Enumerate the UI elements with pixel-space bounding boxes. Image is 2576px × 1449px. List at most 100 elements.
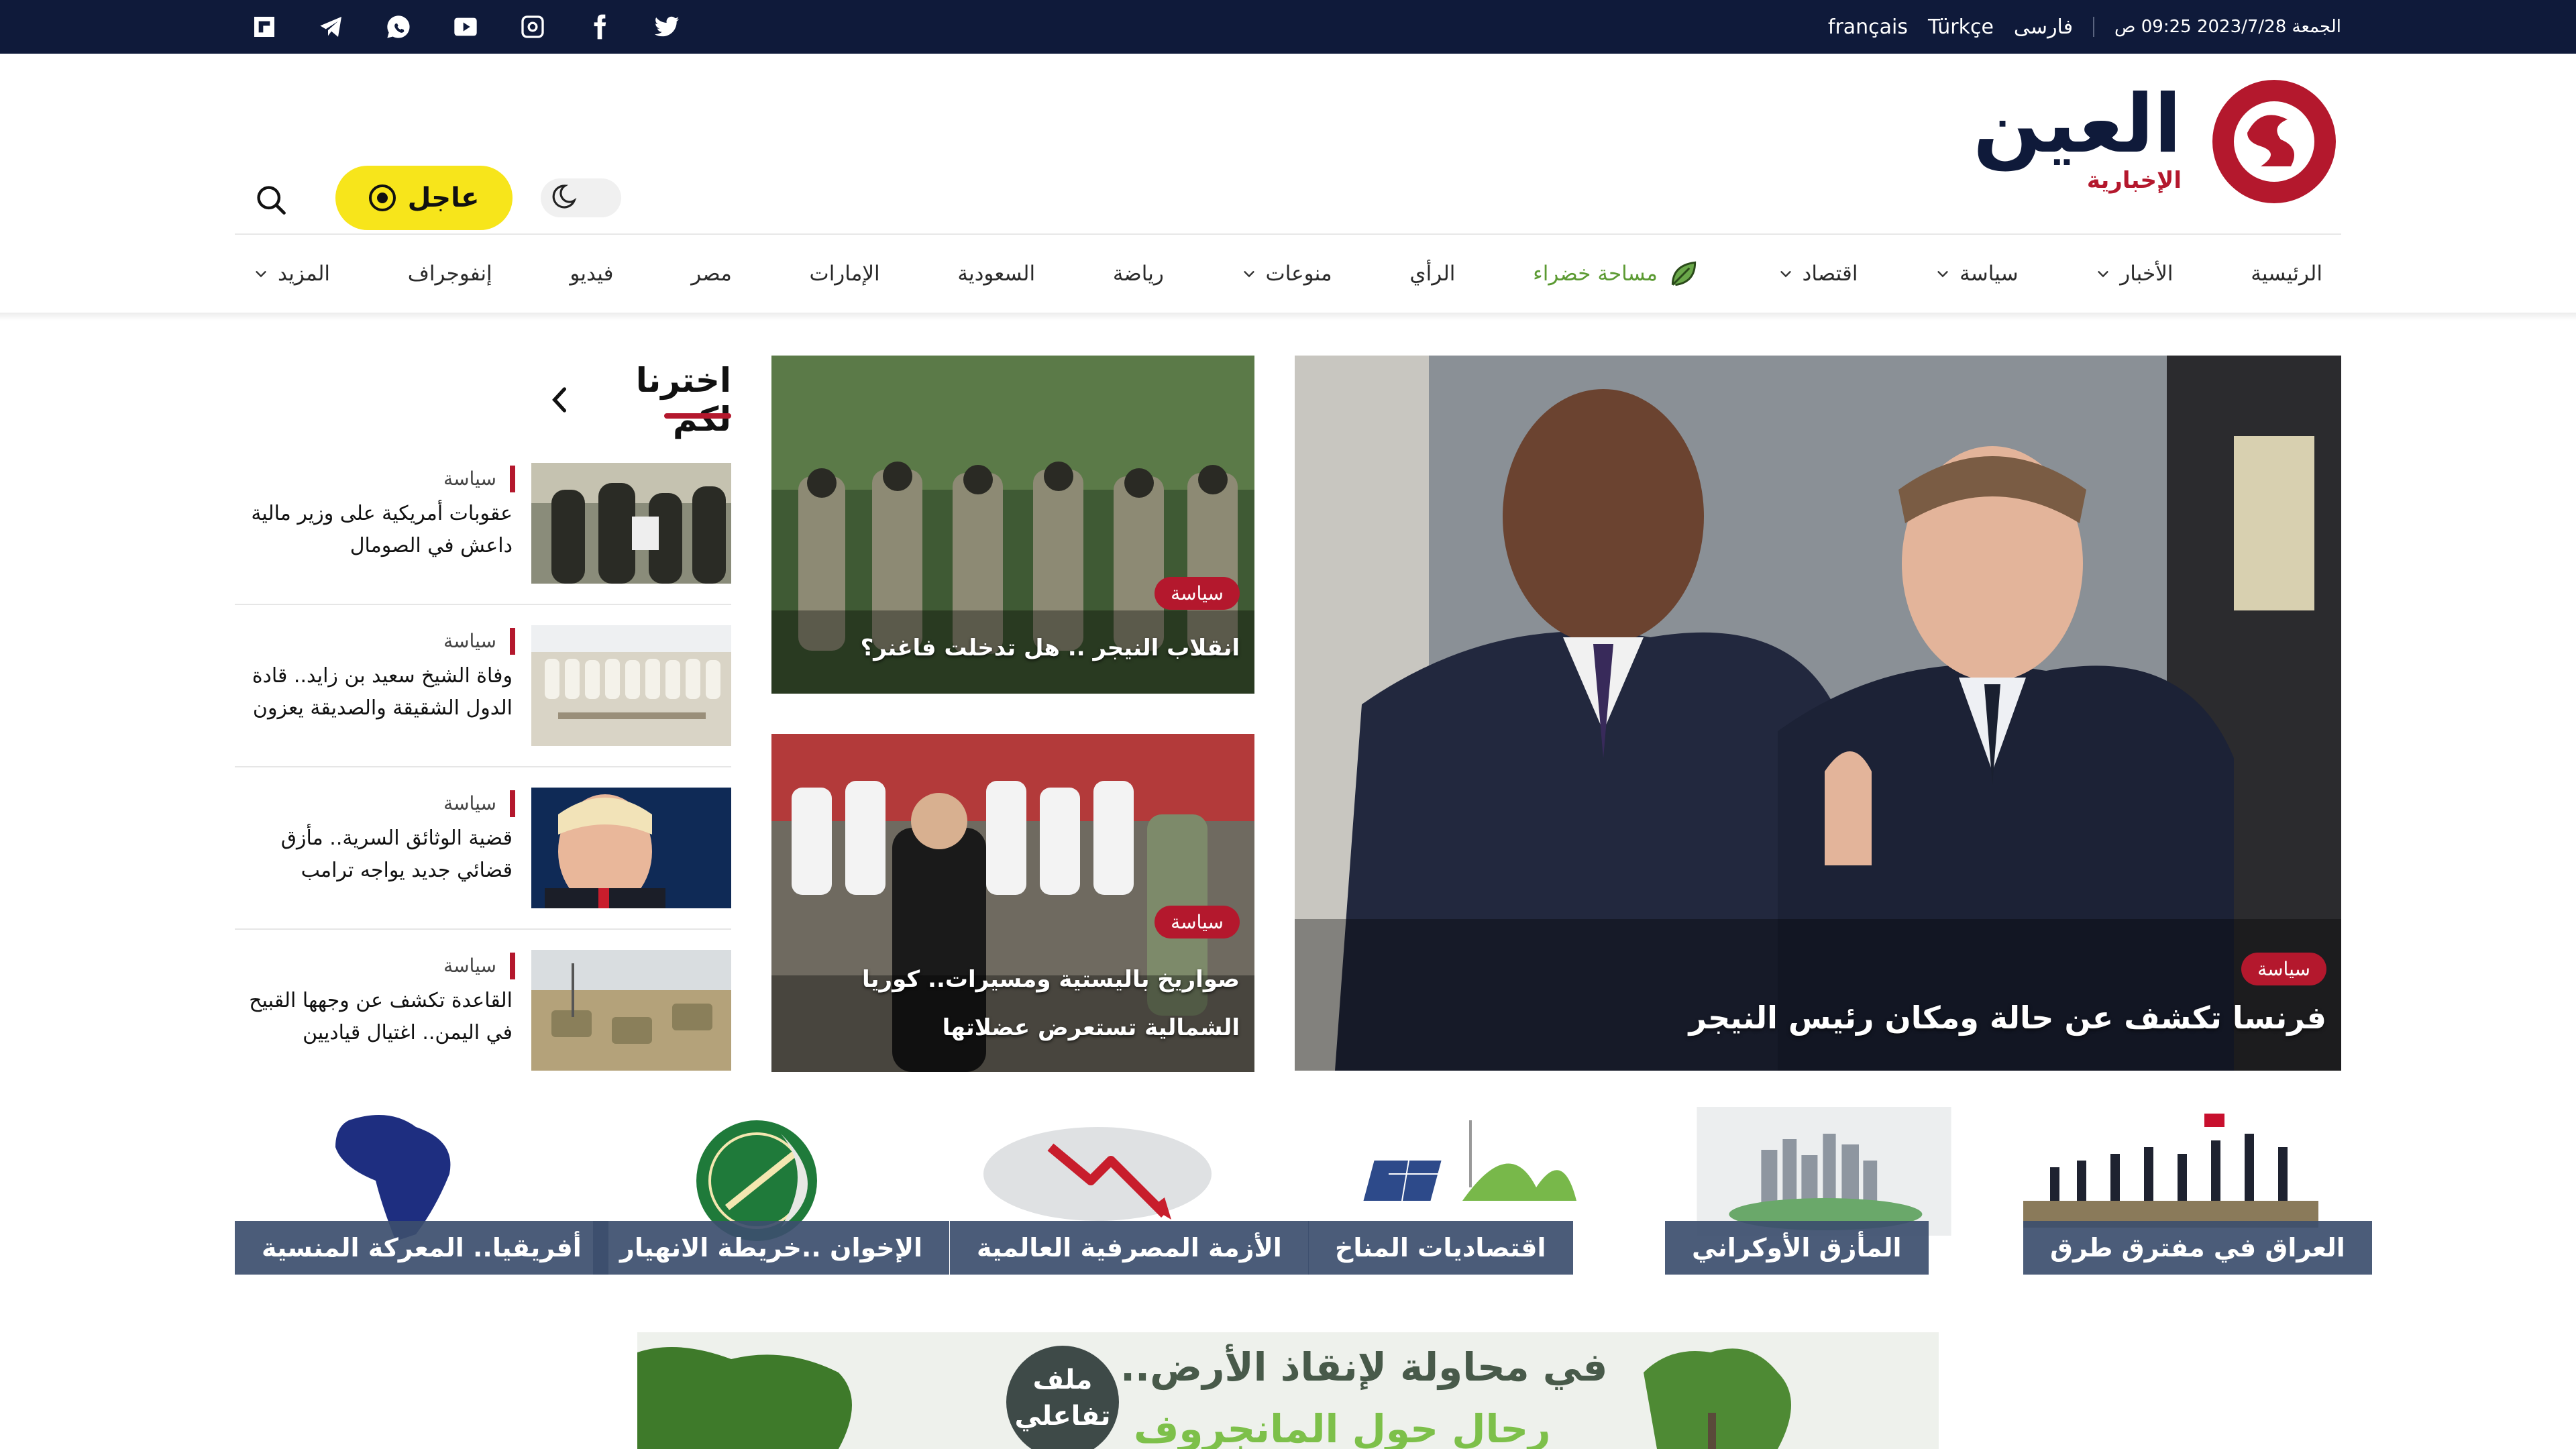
lang-farsi[interactable]: فارسی — [2014, 15, 2073, 39]
chevron-down-icon — [1937, 271, 1948, 278]
site-logo[interactable]: العين الإخبارية — [1966, 72, 2341, 213]
picks-underline — [664, 413, 731, 419]
top-bar: الجمعة 2023/7/28 09:25 ص فارسی Türkçe fr… — [0, 0, 2576, 54]
divider — [235, 928, 731, 930]
pick-category: سياسة — [443, 628, 515, 655]
nav-item[interactable]: سياسة — [1935, 262, 2019, 286]
hero-headline[interactable]: فرنسا تكشف عن حالة ومكان رئيس النيجر — [1689, 1000, 2326, 1036]
picks-heading: اخترنا لكم — [635, 361, 731, 439]
category-badge[interactable]: سياسة — [1155, 906, 1240, 938]
mid-news-card[interactable]: سياسة انقلاب النيجر .. هل تدخلت فاغنر؟ — [771, 356, 1254, 694]
breaking-news-button[interactable]: عاجل — [335, 166, 513, 230]
nav-item-label: الإمارات — [809, 262, 880, 286]
nav-item-label: الرئيسية — [2251, 262, 2322, 286]
category-badge[interactable]: سياسة — [1155, 577, 1240, 610]
nav-item[interactable]: مصر — [691, 262, 732, 286]
dark-mode-toggle[interactable] — [541, 178, 621, 217]
nav-item-label: سياسة — [1960, 262, 2019, 286]
topic-card[interactable]: الأزمة المصرفية العالمية — [950, 1107, 1309, 1275]
chevron-down-icon — [1243, 271, 1254, 278]
nav-item-label: السعودية — [957, 262, 1036, 286]
twitter-icon[interactable] — [651, 11, 683, 43]
topic-label[interactable]: أفريقيا.. المعركة المنسية — [235, 1221, 608, 1275]
chevron-left-icon — [552, 387, 567, 413]
leaf-icon — [1671, 261, 1696, 286]
nav-item-label: مساحة خضراء — [1533, 262, 1658, 286]
category-badge[interactable]: سياسة — [2241, 953, 2326, 985]
chevron-down-icon — [2098, 271, 2108, 278]
pick-item[interactable]: سياسة عقوبات أمريكية على وزير مالية داعش… — [235, 463, 731, 584]
pick-thumbnail[interactable] — [531, 463, 731, 584]
topic-label[interactable]: اقتصاديات المناخ — [1308, 1221, 1573, 1275]
topic-label[interactable]: الأزمة المصرفية العالمية — [950, 1221, 1309, 1275]
pick-headline[interactable]: القاعدة تكشف عن وجهها القبيح في اليمن.. … — [244, 985, 513, 1049]
lang-french[interactable]: français — [1828, 15, 1908, 39]
pick-thumbnail[interactable] — [531, 950, 731, 1071]
pick-headline[interactable]: وفاة الشيخ سعيد بن زايد.. قادة الدول الش… — [244, 660, 513, 724]
telegram-icon[interactable] — [315, 11, 347, 43]
pick-item[interactable]: سياسة قضية الوثائق السرية.. مأزق قضائي ج… — [235, 788, 731, 908]
logo-wordmark: العين — [1973, 78, 2182, 171]
topic-card[interactable]: اقتصاديات المناخ — [1308, 1107, 1626, 1275]
nav-item[interactable]: مساحة خضراء — [1533, 257, 1701, 290]
topic-card[interactable]: الإخوان ..خريطة الانهيار — [593, 1107, 950, 1275]
topic-card[interactable]: المأزق الأوكراني — [1665, 1107, 1983, 1275]
topic-label[interactable]: الإخوان ..خريطة الانهيار — [593, 1221, 950, 1275]
nav-item-label: فيديو — [570, 262, 614, 286]
nav-item[interactable]: الأخبار — [2096, 262, 2174, 286]
lang-turkish[interactable]: Türkçe — [1928, 15, 1994, 39]
live-dot-icon — [368, 184, 396, 211]
nav-item[interactable]: اقتصاد — [1778, 262, 1858, 286]
top-bar-right: الجمعة 2023/7/28 09:25 ص فارسی Türkçe fr… — [1828, 0, 2341, 54]
social-links — [248, 0, 683, 54]
nav-item[interactable]: السعودية — [957, 262, 1035, 286]
nav-item[interactable]: منوعات — [1242, 262, 1332, 286]
pick-thumbnail[interactable] — [531, 788, 731, 908]
chevron-down-icon — [1780, 271, 1791, 278]
nav-item[interactable]: المزيد — [254, 262, 330, 286]
nav-item[interactable]: الإمارات — [810, 262, 880, 286]
nav-item[interactable]: فيديو — [570, 262, 613, 286]
nav-item-label: الأخبار — [2120, 262, 2174, 286]
pick-thumbnail[interactable] — [531, 625, 731, 746]
site-header: العين الإخبارية عاجل — [0, 54, 2576, 233]
flipboard-icon[interactable] — [248, 11, 280, 43]
moon-icon — [552, 184, 577, 209]
banner-line2: رحال حول المانجروف — [1134, 1406, 1551, 1449]
pick-category: سياسة — [443, 953, 515, 979]
main-nav: الرئيسية الأخبار سياسة اقتصاد مساحة خضراء الر… — [235, 233, 2341, 313]
nav-item-label: اقتصاد — [1802, 262, 1858, 286]
pick-headline[interactable]: عقوبات أمريكية على وزير مالية داعش في ال… — [244, 498, 513, 562]
pick-item[interactable]: سياسة وفاة الشيخ سعيد بن زايد.. قادة الد… — [235, 625, 731, 746]
youtube-icon[interactable] — [449, 11, 482, 43]
divider — [235, 604, 731, 605]
whatsapp-icon[interactable] — [382, 11, 415, 43]
nav-item-label: المزيد — [278, 262, 330, 286]
breaking-label: عاجل — [407, 182, 480, 213]
card-headline[interactable]: انقلاب النيجر .. هل تدخلت فاغنر؟ — [786, 624, 1240, 672]
card-headline[interactable]: صواريخ باليستية ومسيرات.. كوريا الشمالية… — [786, 955, 1240, 1052]
facebook-icon[interactable] — [584, 11, 616, 43]
banner-line1: في محاولة لإنقاذ الأرض.. — [1120, 1344, 1608, 1390]
nav-item[interactable]: الرأي — [1409, 262, 1455, 286]
topic-label[interactable]: المأزق الأوكراني — [1665, 1221, 1929, 1275]
search-button[interactable] — [254, 182, 288, 217]
pick-category: سياسة — [443, 790, 515, 817]
pick-item[interactable]: سياسة القاعدة تكشف عن وجهها القبيح في ال… — [235, 950, 731, 1071]
topic-card[interactable]: أفريقيا.. المعركة المنسية — [235, 1107, 608, 1275]
picks-section-header[interactable]: اخترنا لكم — [550, 361, 731, 439]
hero-news-card[interactable]: سياسة فرنسا تكشف عن حالة ومكان رئيس الني… — [1295, 356, 2341, 1071]
pick-headline[interactable]: قضية الوثائق السرية.. مأزق قضائي جديد يو… — [244, 822, 513, 887]
nav-item[interactable]: إنفوجراف — [408, 262, 492, 286]
nav-item[interactable]: الرئيسية — [2251, 262, 2322, 286]
interactive-badge: ملف تفاعلي — [1006, 1346, 1119, 1449]
nav-item[interactable]: رياضة — [1113, 262, 1164, 286]
instagram-icon[interactable] — [517, 11, 549, 43]
search-icon — [257, 186, 286, 215]
topic-card[interactable]: العراق في مفترق طرق — [2023, 1107, 2372, 1275]
hero-image — [1295, 356, 2341, 1071]
interactive-banner[interactable]: ملف تفاعلي في محاولة لإنقاذ الأرض.. رحال… — [637, 1332, 1939, 1449]
divider — [235, 766, 731, 767]
topic-label[interactable]: العراق في مفترق طرق — [2023, 1221, 2372, 1275]
mid-news-card[interactable]: سياسة صواريخ باليستية ومسيرات.. كوريا ال… — [771, 734, 1254, 1072]
